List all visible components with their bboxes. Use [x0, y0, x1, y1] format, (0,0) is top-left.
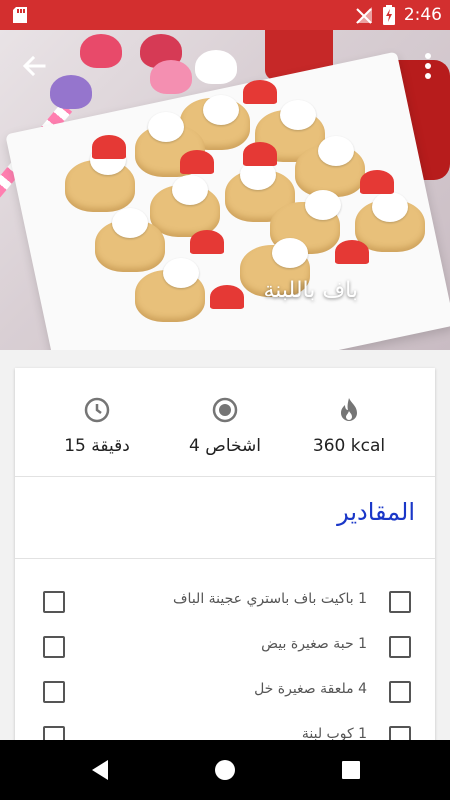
ingredient-row: 4 ملعقة صغيرة خل [15, 671, 435, 711]
no-signal-icon [355, 7, 372, 24]
clock-time: 2:46 [403, 5, 442, 25]
navigation-bar [0, 740, 450, 800]
recipe-hero-image: باف باللبنة [0, 30, 450, 350]
calories-stat: 360 kcal [289, 396, 409, 456]
sd-card-icon [13, 7, 27, 23]
back-arrow-icon[interactable] [18, 50, 50, 82]
recents-square-icon[interactable] [339, 758, 363, 782]
divider [15, 558, 435, 559]
recipe-details-card: 360 kcal 4 اشخاص 15 دقيقة المقادير 1 باك… [15, 368, 435, 768]
status-bar: 2:46 [0, 0, 450, 30]
time-stat: 15 دقيقة [37, 396, 157, 456]
ingredient-checkbox[interactable] [389, 636, 411, 658]
ingredient-checkbox[interactable] [389, 681, 411, 703]
time-value: 15 دقيقة [64, 436, 130, 456]
ingredient-text: 1 حبة صغيرة بيض [261, 636, 367, 652]
ingredient-select-checkbox-left[interactable] [43, 681, 65, 703]
ingredient-select-checkbox-left[interactable] [43, 591, 65, 613]
battery-charging-icon [382, 5, 395, 25]
ingredient-checkbox[interactable] [389, 591, 411, 613]
divider [15, 476, 435, 477]
home-circle-icon[interactable] [213, 758, 237, 782]
flame-icon [341, 398, 357, 421]
recipe-title: باف باللبنة [263, 278, 358, 303]
calories-value: 360 kcal [312, 436, 386, 456]
ingredients-heading: المقادير [337, 498, 415, 526]
ingredient-text: 4 ملعقة صغيرة خل [254, 681, 367, 697]
ingredient-text: 1 باكيت باف باستري عجينة الباف [173, 591, 367, 607]
back-triangle-icon[interactable] [88, 758, 112, 782]
ingredient-row: 1 حبة صغيرة بيض [15, 626, 435, 666]
ingredient-row: 1 باكيت باف باستري عجينة الباف [15, 581, 435, 621]
ingredient-select-checkbox-left[interactable] [43, 636, 65, 658]
recipe-stats: 360 kcal 4 اشخاص 15 دقيقة [15, 368, 435, 476]
servings-value: 4 اشخاص [189, 436, 261, 456]
servings-stat: 4 اشخاص [165, 396, 285, 456]
more-options-icon[interactable] [424, 52, 432, 80]
servings-circle-icon [212, 397, 238, 423]
clock-icon [84, 397, 110, 423]
